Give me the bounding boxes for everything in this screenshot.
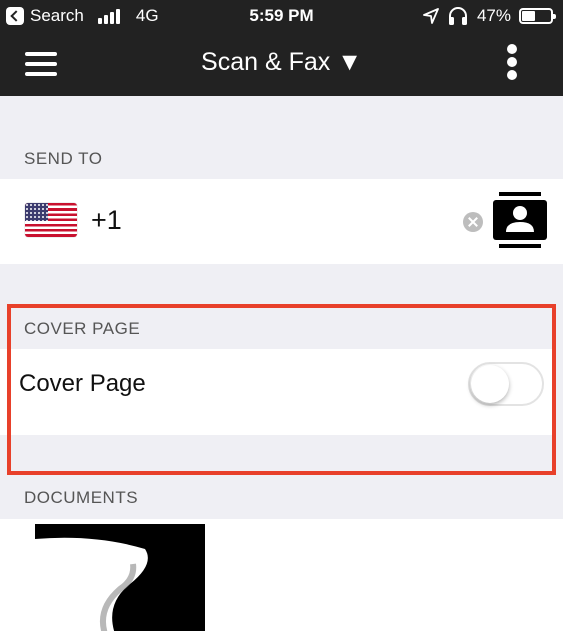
top-bar: Search 4G 5:59 PM 47% Scan & Fax ▼ xyxy=(0,0,563,96)
status-bar: Search 4G 5:59 PM 47% xyxy=(0,0,563,32)
documents-header: DOCUMENTS xyxy=(0,482,563,512)
more-vertical-icon[interactable] xyxy=(503,42,521,82)
send-to-header-label: SEND TO xyxy=(24,149,103,168)
battery-icon xyxy=(519,8,556,24)
nav-title[interactable]: Scan & Fax ▼ xyxy=(0,48,563,77)
documents-area xyxy=(0,519,563,631)
highlight-box xyxy=(7,304,556,475)
document-thumbnail[interactable] xyxy=(35,524,205,631)
contacts-icon[interactable] xyxy=(493,192,547,249)
battery-fill xyxy=(522,11,535,21)
clear-icon[interactable] xyxy=(463,212,483,232)
nav-bar: Scan & Fax ▼ xyxy=(0,32,563,96)
documents-header-label: DOCUMENTS xyxy=(24,488,139,507)
us-flag-icon[interactable] xyxy=(25,203,77,237)
send-to-header: SEND TO xyxy=(0,143,563,173)
send-to-row: +1 xyxy=(0,179,563,264)
battery-percent: 47% xyxy=(476,6,511,25)
status-right: 47% xyxy=(423,6,556,26)
headphones-icon xyxy=(448,7,467,25)
location-icon xyxy=(423,8,439,24)
fax-number-input[interactable]: +1 xyxy=(91,205,122,236)
